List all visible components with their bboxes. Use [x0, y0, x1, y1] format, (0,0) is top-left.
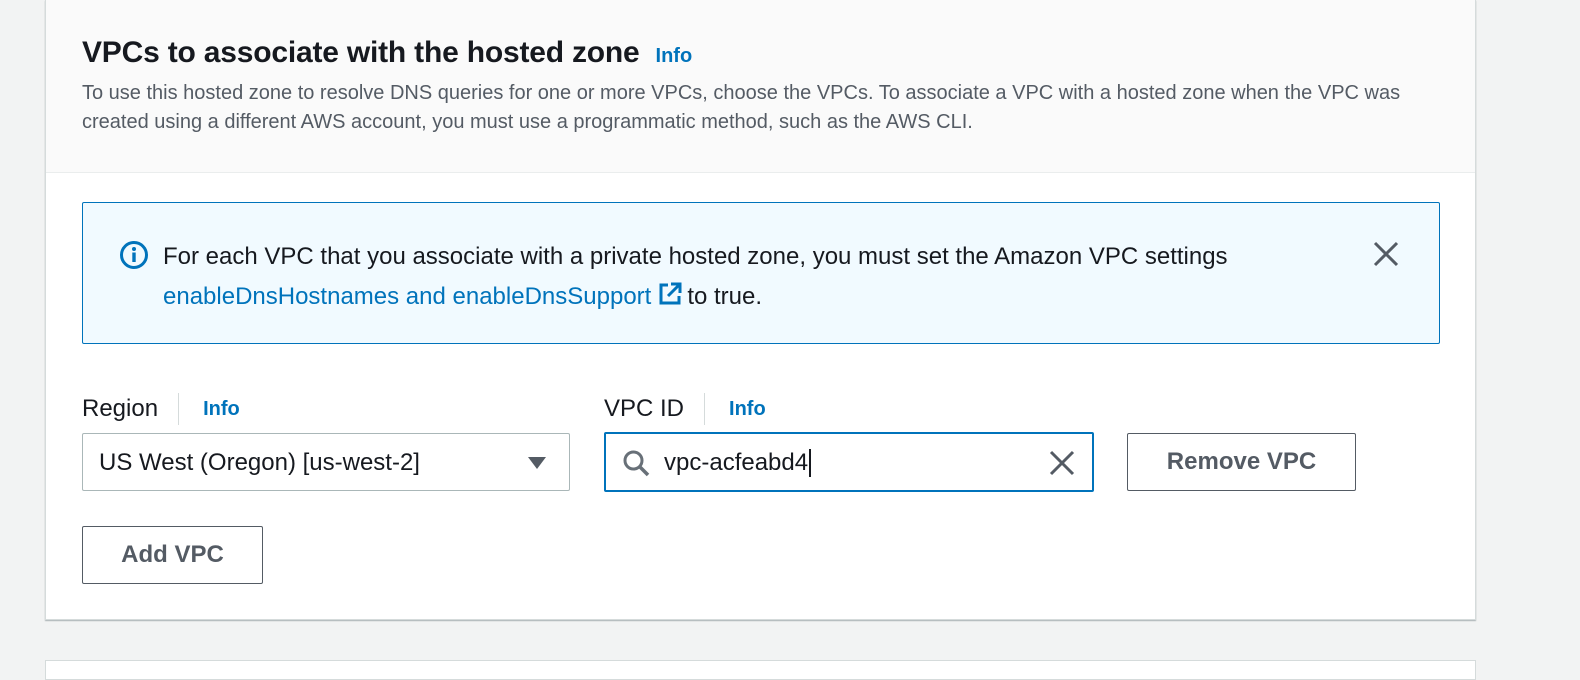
dns-settings-link[interactable]: enableDnsHostnames and enableDnsSupport: [163, 283, 651, 310]
alert-text-before: For each VPC that you associate with a p…: [163, 243, 1228, 270]
vpc-id-label: VPC ID: [604, 395, 685, 422]
vpc-id-search-input[interactable]: vpc-acfeabd4: [604, 432, 1094, 492]
panel-header: VPCs to associate with the hosted zone I…: [46, 0, 1475, 173]
section-info-link[interactable]: Info: [656, 45, 693, 68]
region-select[interactable]: US West (Oregon) [us-west-2]: [82, 433, 570, 491]
vpc-id-info-link[interactable]: Info: [729, 398, 766, 421]
label-divider: [178, 393, 180, 425]
section-title: VPCs to associate with the hosted zone: [82, 36, 640, 69]
next-panel-edge: [45, 660, 1476, 680]
clear-icon[interactable]: [1048, 449, 1076, 477]
region-info-link[interactable]: Info: [203, 398, 240, 421]
vpc-id-value: vpc-acfeabd4: [664, 449, 812, 477]
section-description: To use this hosted zone to resolve DNS q…: [82, 82, 1401, 133]
label-divider: [704, 393, 706, 425]
title-row: VPCs to associate with the hosted zone I…: [82, 36, 692, 70]
vpc-association-panel: VPCs to associate with the hosted zone I…: [45, 0, 1476, 620]
search-icon: [623, 450, 650, 477]
caret-down-icon: [528, 457, 546, 469]
info-circle-icon: [120, 241, 148, 269]
region-selected-value: US West (Oregon) [us-west-2]: [99, 449, 420, 476]
region-label: Region: [82, 395, 159, 422]
close-icon[interactable]: [1371, 239, 1401, 269]
add-vpc-button[interactable]: Add VPC: [82, 526, 263, 584]
info-alert: For each VPC that you associate with a p…: [82, 202, 1440, 344]
external-link-icon[interactable]: [657, 281, 683, 307]
alert-text-after: to true.: [687, 283, 763, 310]
remove-vpc-button[interactable]: Remove VPC: [1127, 433, 1356, 491]
region-label-row: Region Info: [82, 392, 240, 426]
alert-message: For each VPC that you associate with a p…: [163, 237, 1313, 317]
vpc-id-label-row: VPC ID Info: [604, 392, 766, 426]
